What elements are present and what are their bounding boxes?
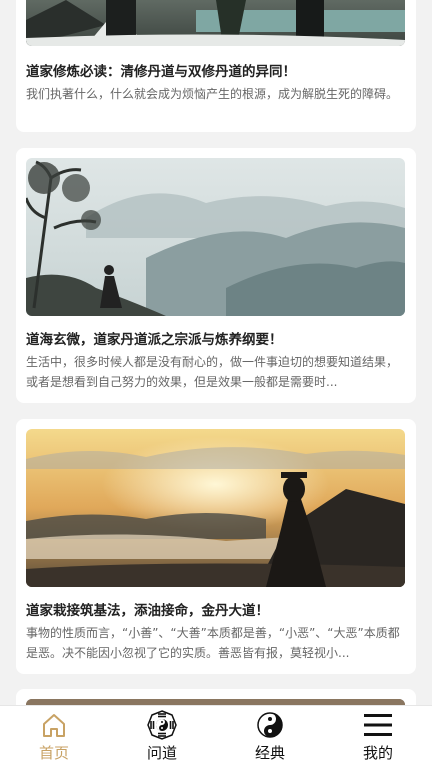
article-feed[interactable]: 道家修炼必读：清修丹道与双修丹道的异同！ 我们执著什么，什么就会成为烦恼产生的根… (0, 0, 432, 705)
tab-label: 我的 (362, 744, 393, 762)
tab-mine[interactable]: 我的 (324, 706, 432, 768)
article-image[interactable] (26, 158, 405, 316)
tab-label: 问道 (146, 744, 177, 762)
tab-ask[interactable]: 问道 (108, 706, 216, 768)
article-summary: 生活中，很多时候人都是没有耐心的，做一件事迫切的想要知道结果，或者是想看到自己努… (26, 355, 399, 389)
article-card[interactable]: 道家修炼必读：清修丹道与双修丹道的异同！ 我们执著什么，什么就会成为烦恼产生的根… (16, 0, 416, 132)
menu-icon (363, 710, 393, 740)
tab-label: 首页 (38, 744, 69, 762)
home-icon (39, 710, 69, 740)
bottom-tab-bar: 首页 问道 经典 我的 (0, 705, 432, 768)
yinyang-icon (255, 710, 285, 740)
bagua-icon (147, 710, 177, 740)
article-image[interactable] (26, 0, 405, 46)
tab-home[interactable]: 首页 (0, 706, 108, 768)
article-title: 道家修炼必读：清修丹道与双修丹道的异同！ (26, 64, 296, 80)
tab-classics[interactable]: 经典 (216, 706, 324, 768)
article-image[interactable] (26, 429, 405, 587)
article-card[interactable]: 道家栽接筑基法，添油接命，金丹大道！ 事物的性质而言，“小善”、“大善”本质都是… (16, 419, 416, 674)
article-card[interactable] (16, 689, 416, 705)
article-title: 道家栽接筑基法，添油接命，金丹大道！ (26, 603, 269, 619)
article-title: 道海玄微，道家丹道派之宗派与炼养纲要！ (26, 332, 283, 348)
article-summary: 事物的性质而言，“小善”、“大善”本质都是善，“小恶”、“大恶”本质都是恶。决不… (26, 626, 400, 660)
tab-label: 经典 (254, 744, 285, 762)
article-card[interactable]: 道海玄微，道家丹道派之宗派与炼养纲要！ 生活中，很多时候人都是没有耐心的，做一件… (16, 148, 416, 403)
article-summary: 我们执著什么，什么就会成为烦恼产生的根源，成为解脱生死的障碍。 (26, 87, 399, 101)
